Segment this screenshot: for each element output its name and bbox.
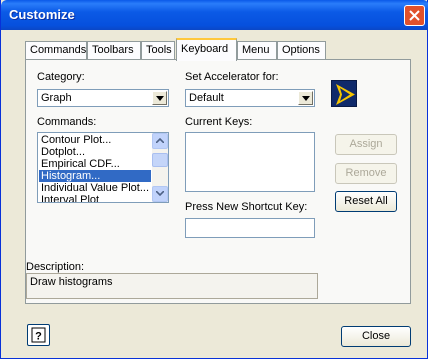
list-item[interactable]: Dotplot... (39, 146, 151, 158)
chevron-down-icon (156, 191, 164, 196)
tab-menu[interactable]: Menu (237, 41, 277, 60)
window-title: Customize (9, 7, 75, 22)
scroll-down-button[interactable] (152, 186, 168, 202)
reset-all-button[interactable]: Reset All (335, 191, 397, 212)
accelerator-dropdown[interactable]: Default (185, 89, 315, 107)
current-keys-label: Current Keys: (185, 116, 253, 128)
category-dropdown-button[interactable] (152, 91, 167, 105)
list-item[interactable]: Contour Plot... (39, 134, 151, 146)
list-item[interactable]: Individual Value Plot... (39, 182, 151, 194)
accelerator-value: Default (189, 92, 224, 104)
category-label: Category: (37, 71, 85, 83)
chevron-down-icon (302, 96, 310, 101)
close-button[interactable]: Close (341, 326, 411, 347)
shortcut-label: Press New Shortcut Key: (185, 201, 308, 213)
tab-commands[interactable]: Commands (25, 41, 87, 60)
svg-text:?: ? (35, 331, 42, 343)
commands-scrollbar[interactable] (152, 133, 168, 202)
arrow-play-icon (336, 84, 355, 105)
list-item-selected[interactable]: Histogram... (39, 170, 151, 182)
list-item[interactable]: Interval Plot (39, 194, 151, 202)
accelerator-icon (331, 80, 357, 107)
keyboard-panel: Category: Graph Set Accelerator for: Def… (25, 59, 411, 304)
help-icon: ? (31, 327, 46, 343)
close-icon (409, 10, 420, 21)
category-dropdown[interactable]: Graph (37, 89, 169, 107)
customize-dialog: Customize Commands Toolbars Tools Keyboa… (0, 0, 428, 359)
tab-tools[interactable]: Tools (141, 41, 175, 60)
category-value: Graph (41, 92, 72, 104)
tab-keyboard[interactable]: Keyboard (176, 38, 237, 61)
title-bar[interactable]: Customize (1, 0, 428, 30)
description-text: Draw histograms (30, 276, 113, 288)
tab-toolbars[interactable]: Toolbars (87, 41, 141, 60)
assign-button[interactable]: Assign (335, 134, 397, 155)
help-button[interactable]: ? (27, 324, 50, 346)
accelerator-dropdown-button[interactable] (298, 91, 313, 105)
commands-list[interactable]: Contour Plot... Dotplot... Empirical CDF… (37, 132, 169, 203)
commands-label: Commands: (37, 116, 97, 128)
title-close-button[interactable] (404, 5, 425, 26)
list-item[interactable]: Empirical CDF... (39, 158, 151, 170)
current-keys-list[interactable] (185, 132, 315, 192)
chevron-up-icon (156, 138, 164, 143)
shortcut-input[interactable] (185, 218, 315, 238)
description-box: Draw histograms (26, 273, 318, 299)
tab-options[interactable]: Options (277, 41, 326, 60)
accelerator-label: Set Accelerator for: (185, 71, 279, 83)
scroll-up-button[interactable] (152, 133, 168, 149)
scroll-thumb[interactable] (152, 153, 168, 167)
remove-button[interactable]: Remove (335, 163, 397, 184)
chevron-down-icon (156, 96, 164, 101)
description-label: Description: (26, 261, 85, 273)
